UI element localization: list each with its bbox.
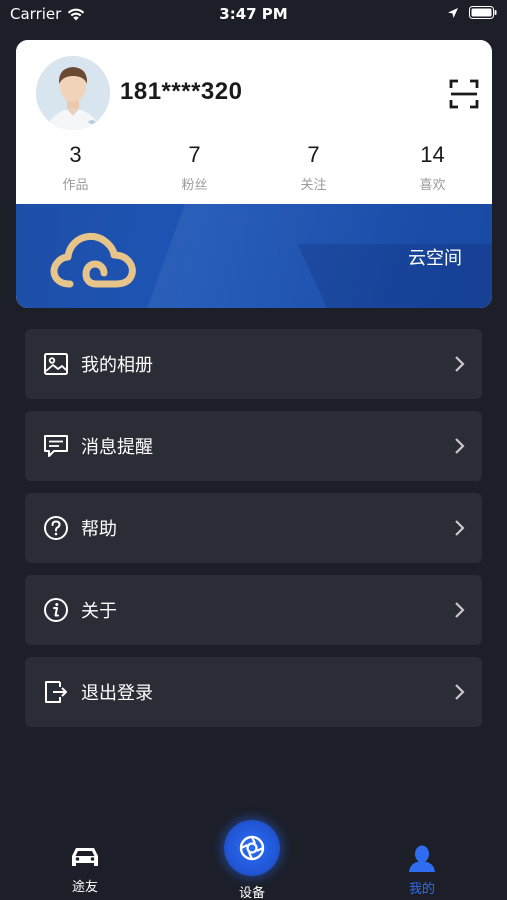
tab-label: 设备 — [238, 886, 265, 900]
tab-device[interactable]: 设备 — [202, 820, 302, 900]
chevron-right-icon — [455, 602, 465, 618]
tab-label: 途友 — [71, 880, 98, 895]
album-icon — [42, 350, 70, 378]
menu-item-label: 我的相册 — [81, 355, 153, 376]
username: 181****320 — [120, 78, 243, 105]
stat-likes[interactable]: 14 喜欢 — [373, 142, 492, 202]
stat-value: 14 — [420, 142, 445, 167]
avatar[interactable] — [36, 56, 110, 130]
scan-icon — [449, 79, 479, 109]
scan-button[interactable] — [448, 78, 480, 110]
stat-works[interactable]: 3 作品 — [16, 142, 135, 202]
profile-header: 181****320 3 作品 7 粉丝 7 关注 14 喜欢 — [16, 40, 492, 204]
stat-label: 作品 — [62, 178, 89, 193]
menu-item-label: 帮助 — [81, 519, 117, 540]
tab-mine[interactable]: 我的 — [372, 844, 472, 897]
chevron-right-icon — [455, 684, 465, 700]
status-bar: Carrier 3:47 PM — [0, 0, 507, 28]
stat-label: 喜欢 — [419, 178, 446, 193]
cloud-space-banner[interactable]: 云空间 — [16, 204, 492, 308]
car-icon — [72, 848, 98, 866]
tab-friends[interactable]: 途友 — [35, 844, 135, 895]
profile-card: 181****320 3 作品 7 粉丝 7 关注 14 喜欢 云空间 — [16, 40, 492, 308]
stat-value: 3 — [69, 142, 82, 167]
stat-fans[interactable]: 7 粉丝 — [135, 142, 254, 202]
info-icon — [42, 596, 70, 624]
logout-icon — [42, 678, 70, 706]
menu-item-label: 退出登录 — [81, 683, 153, 704]
menu-list: 我的相册 消息提醒 帮助 关于 退出登录 — [25, 329, 482, 739]
stat-following[interactable]: 7 关注 — [254, 142, 373, 202]
banner-decoration — [297, 244, 492, 308]
menu-item-logout[interactable]: 退出登录 — [25, 657, 482, 727]
help-icon — [42, 514, 70, 542]
screen: Carrier 3:47 PM 181****320 3 作品 7 粉丝 7 关… — [0, 0, 507, 900]
stat-label: 关注 — [300, 178, 327, 193]
menu-item-messages[interactable]: 消息提醒 — [25, 411, 482, 481]
tab-bar: 途友 设备 我的 — [0, 820, 507, 900]
camera-lens-icon — [239, 835, 265, 861]
battery-icon — [469, 6, 497, 19]
menu-item-album[interactable]: 我的相册 — [25, 329, 482, 399]
location-arrow-icon — [448, 7, 458, 18]
person-icon — [409, 845, 435, 872]
menu-item-help[interactable]: 帮助 — [25, 493, 482, 563]
chevron-right-icon — [455, 520, 465, 536]
stat-value: 7 — [188, 142, 201, 167]
chevron-right-icon — [455, 356, 465, 372]
tab-label: 我的 — [408, 882, 435, 897]
device-center-button[interactable] — [224, 820, 280, 876]
stat-value: 7 — [307, 142, 320, 167]
menu-item-about[interactable]: 关于 — [25, 575, 482, 645]
status-right — [447, 6, 497, 19]
cloud-icon — [50, 232, 136, 288]
chevron-right-icon — [455, 438, 465, 454]
clock: 3:47 PM — [219, 5, 288, 23]
menu-item-label: 关于 — [81, 601, 117, 622]
stat-label: 粉丝 — [181, 178, 208, 193]
menu-item-label: 消息提醒 — [81, 437, 153, 458]
message-icon — [42, 432, 70, 460]
avatar-image — [36, 56, 110, 130]
cloud-space-label: 云空间 — [408, 248, 462, 269]
profile-stats: 3 作品 7 粉丝 7 关注 14 喜欢 — [16, 142, 492, 202]
